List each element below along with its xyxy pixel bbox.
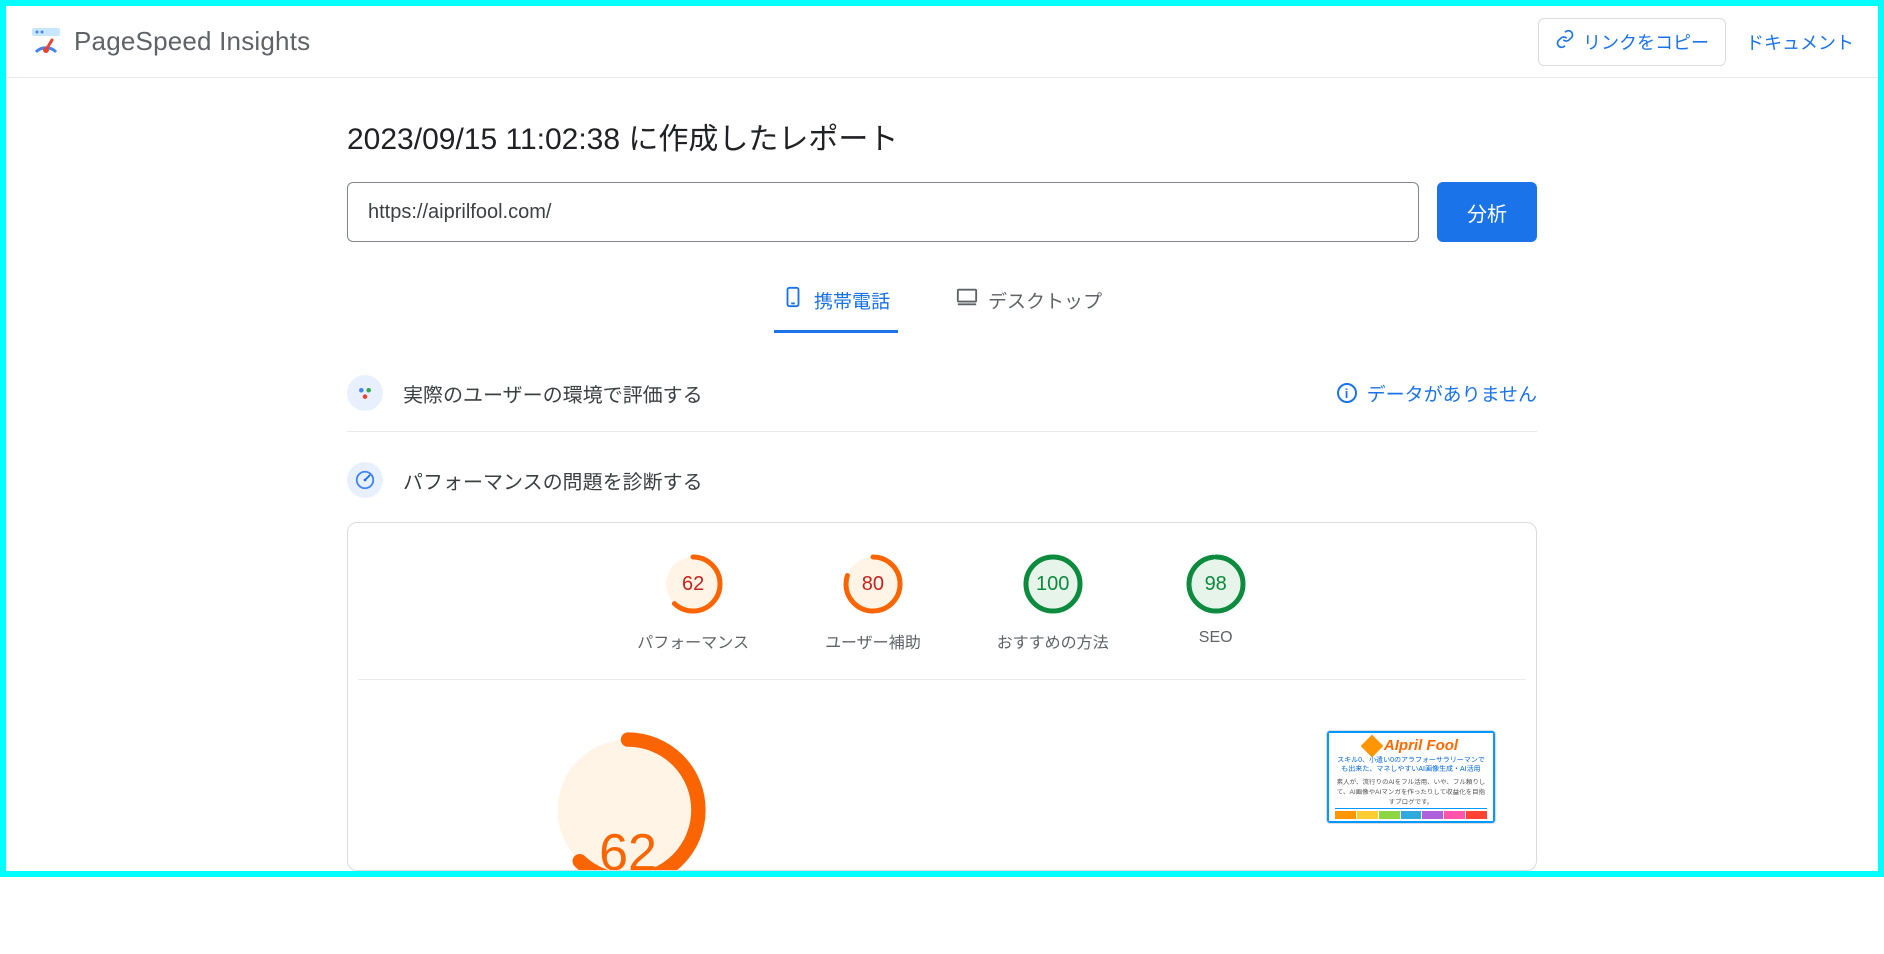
big-score-value: 62 [599,823,657,870]
desktop-icon [956,286,978,314]
page-thumbnail: AIpril Fool スキル0、小遣い0のアラフォーサラリーマンでも出来た、マ… [1326,730,1496,824]
real-user-title: 実際のユーザーの環境で評価する [403,379,703,408]
tab-mobile-label: 携帯電話 [814,287,890,314]
users-icon [347,375,383,411]
score-item[interactable]: 100 おすすめの方法 [997,553,1109,653]
header-left: PageSpeed Insights [30,26,310,58]
diagnose-section-heading: パフォーマンスの問題を診断する [347,462,1537,498]
score-value: 62 [662,553,724,615]
diamond-icon [1361,734,1384,757]
score-label: SEO [1199,629,1233,647]
performance-big-gauge: 62 [548,730,708,870]
link-icon [1555,29,1575,54]
gauge-icon [347,462,383,498]
no-data-label: データがありません [1367,380,1537,407]
tab-desktop-label: デスクトップ [988,287,1102,314]
score-circle: 98 [1185,553,1247,615]
thumb-subtitle: スキル0、小遣い0のアラフォーサラリーマンでも出来た、マネしやすいAI画像生成・… [1335,756,1487,774]
mobile-icon [782,286,804,314]
copy-link-button[interactable]: リンクをコピー [1538,18,1726,66]
scores-row: 62 パフォーマンス 80 ユーザー補助 100 おすすめの方法 98 [358,553,1526,680]
score-value: 80 [842,553,904,615]
score-circle: 100 [1022,553,1084,615]
score-item[interactable]: 62 パフォーマンス [637,553,749,653]
url-input[interactable] [347,182,1419,242]
report-title: 2023/09/15 11:02:38 に作成したレポート [347,114,1537,158]
score-value: 98 [1185,553,1247,615]
thumb-title: AIpril Fool [1384,737,1458,754]
score-label: ユーザー補助 [825,629,921,653]
tab-mobile[interactable]: 携帯電話 [774,272,898,333]
analyze-button[interactable]: 分析 [1437,182,1537,242]
no-data-link[interactable]: i データがありません [1337,380,1537,407]
score-circle: 62 [662,553,724,615]
score-item[interactable]: 80 ユーザー補助 [825,553,921,653]
score-circle: 80 [842,553,904,615]
tab-desktop[interactable]: デスクトップ [948,272,1110,333]
copy-link-label: リンクをコピー [1583,29,1709,55]
device-tabs: 携帯電話 デスクトップ [347,272,1537,333]
real-user-section: 実際のユーザーの環境で評価する i データがありません [347,365,1537,432]
detail-row: 62 AIpril Fool スキル0、小遣い0のアラフォーサラリーマンでも出来… [348,680,1536,870]
score-label: パフォーマンス [637,629,749,653]
thumb-title-row: AIpril Fool [1364,737,1458,754]
header-right: リンクをコピー ドキュメント [1538,18,1854,66]
thumb-graytext: 素人が、流行りのAIをフル活用、いや、フル頼りして、AI画像やAIマンガを作った… [1335,776,1487,809]
diagnose-title: パフォーマンスの問題を診断する [403,466,703,495]
info-icon: i [1337,383,1357,403]
thumb-color-bar [1335,811,1487,819]
score-label: おすすめの方法 [997,629,1109,653]
app-header: PageSpeed Insights リンクをコピー ドキュメント [6,6,1878,78]
pagespeed-logo-icon [30,26,62,58]
url-input-row: 分析 [347,182,1537,242]
product-name: PageSpeed Insights [74,26,310,57]
main-content: 2023/09/15 11:02:38 に作成したレポート 分析 携帯電話 デス… [347,78,1537,871]
score-value: 100 [1022,553,1084,615]
documentation-link[interactable]: ドキュメント [1746,29,1854,55]
real-user-left: 実際のユーザーの環境で評価する [347,375,703,411]
report-card: 62 パフォーマンス 80 ユーザー補助 100 おすすめの方法 98 [347,522,1537,871]
score-item[interactable]: 98 SEO [1185,553,1247,653]
